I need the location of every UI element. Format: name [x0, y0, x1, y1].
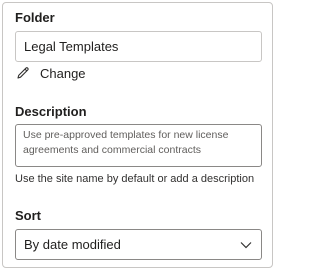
sort-selected-value: By date modified	[24, 237, 121, 252]
pencil-icon	[15, 65, 31, 81]
sort-dropdown[interactable]: By date modified	[15, 229, 262, 260]
folder-name-input[interactable]	[15, 31, 262, 62]
folder-settings-panel: Folder Change Description Use the site n…	[2, 2, 273, 268]
chevron-down-icon	[239, 238, 253, 252]
change-label: Change	[40, 65, 86, 81]
sort-label: Sort	[15, 208, 41, 223]
change-folder-button[interactable]: Change	[15, 63, 86, 83]
folder-label: Folder	[15, 10, 55, 25]
description-textarea[interactable]	[15, 124, 262, 167]
description-helper-text: Use the site name by default or add a de…	[15, 173, 255, 185]
description-label: Description	[15, 104, 87, 119]
